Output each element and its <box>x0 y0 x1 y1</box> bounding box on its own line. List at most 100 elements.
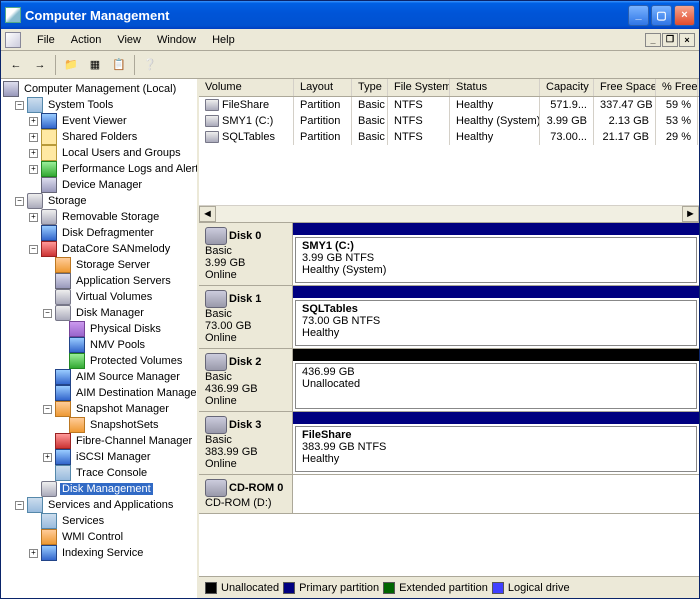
disk-list[interactable]: Disk 0Basic3.99 GBOnlineSMY1 (C:)3.99 GB… <box>199 223 699 576</box>
tree-appsrv[interactable]: Application Servers <box>74 275 173 287</box>
close-button[interactable]: × <box>674 5 695 26</box>
tree-removable[interactable]: Removable Storage <box>60 211 161 223</box>
menu-view[interactable]: View <box>109 31 149 49</box>
tree-physdisks[interactable]: Physical Disks <box>88 323 163 335</box>
disk-volume[interactable]: SQLTables73.00 GB NTFSHealthy <box>295 300 697 346</box>
disk-row[interactable]: Disk 0Basic3.99 GBOnlineSMY1 (C:)3.99 GB… <box>199 223 699 286</box>
properties-button[interactable]: ▦ <box>84 54 106 76</box>
col-pct[interactable]: % Free <box>656 79 698 96</box>
refresh-button[interactable]: 📋 <box>108 54 130 76</box>
expand-icon[interactable]: + <box>29 149 38 158</box>
tree-root[interactable]: Computer Management (Local) <box>22 83 178 95</box>
tree-evtviewer[interactable]: Event Viewer <box>60 115 129 127</box>
up-button[interactable]: 📁 <box>60 54 82 76</box>
menu-action[interactable]: Action <box>63 31 110 49</box>
tree-services[interactable]: Services <box>60 515 106 527</box>
collapse-icon[interactable]: − <box>15 501 24 510</box>
col-fs[interactable]: File System <box>388 79 450 96</box>
disk-volume[interactable]: SMY1 (C:)3.99 GB NTFSHealthy (System) <box>295 237 697 283</box>
disk-header: Disk 0Basic3.99 GBOnline <box>199 223 293 285</box>
tree-systools[interactable]: System Tools <box>46 99 115 111</box>
collapse-icon[interactable]: − <box>15 101 24 110</box>
tree-svcapps[interactable]: Services and Applications <box>46 499 175 511</box>
tree-fcmgr[interactable]: Fibre-Channel Manager <box>74 435 194 447</box>
tree-trace[interactable]: Trace Console <box>74 467 149 479</box>
expand-icon[interactable]: + <box>29 117 38 126</box>
tree-iscsi[interactable]: iSCSI Manager <box>74 451 153 463</box>
tree-perflogs[interactable]: Performance Logs and Alerts <box>60 163 199 175</box>
col-status[interactable]: Status <box>450 79 540 96</box>
tree-diskmgmt[interactable]: Disk Management <box>60 483 153 495</box>
mdi-close-button[interactable]: × <box>679 33 695 47</box>
expand-icon[interactable]: + <box>29 213 38 222</box>
tree-diskmgr-dc[interactable]: Disk Manager <box>74 307 146 319</box>
perf-icon <box>41 161 57 177</box>
back-button[interactable]: ← <box>5 54 27 76</box>
volume-row[interactable]: SMY1 (C:)PartitionBasicNTFSHealthy (Syst… <box>199 113 699 129</box>
volume-table: Volume Layout Type File System Status Ca… <box>199 79 699 223</box>
collapse-icon[interactable]: − <box>29 245 38 254</box>
col-free[interactable]: Free Space <box>594 79 656 96</box>
mdi-icon[interactable] <box>5 32 21 48</box>
mdi-minimize-button[interactable]: _ <box>645 33 661 47</box>
tree-virtvols[interactable]: Virtual Volumes <box>74 291 154 303</box>
scroll-left-icon[interactable]: ◄ <box>199 206 216 222</box>
expand-icon[interactable]: + <box>29 165 38 174</box>
tree-datacore[interactable]: DataCore SANmelody <box>60 243 172 255</box>
volume-icon <box>205 99 219 111</box>
help-button[interactable]: ❔ <box>139 54 161 76</box>
nav-tree[interactable]: Computer Management (Local) − System Tool… <box>1 79 199 598</box>
disk-header: CD-ROM 0CD-ROM (D:) <box>199 475 293 513</box>
window-frame: Computer Management _ ▢ × File Action Vi… <box>0 0 700 599</box>
tree-storage[interactable]: Storage <box>46 195 89 207</box>
tree-defrag[interactable]: Disk Defragmenter <box>60 227 156 239</box>
expand-icon[interactable]: + <box>29 133 38 142</box>
volume-hscroll[interactable]: ◄► <box>199 205 699 222</box>
disk-header: Disk 2Basic436.99 GBOnline <box>199 349 293 411</box>
disk-row[interactable]: Disk 2Basic436.99 GBOnline436.99 GBUnall… <box>199 349 699 412</box>
col-layout[interactable]: Layout <box>294 79 352 96</box>
disk-bar <box>293 349 699 361</box>
cdrom-row[interactable]: CD-ROM 0CD-ROM (D:) <box>199 475 699 514</box>
legend-unalloc: Unallocated <box>221 582 279 594</box>
disk-volume[interactable]: FileShare383.99 GB NTFSHealthy <box>295 426 697 472</box>
volume-row[interactable]: FileSharePartitionBasicNTFSHealthy571.9.… <box>199 97 699 113</box>
disk-volume[interactable]: 436.99 GBUnallocated <box>295 363 697 409</box>
server-icon <box>55 257 71 273</box>
col-capacity[interactable]: Capacity <box>540 79 594 96</box>
users-icon <box>41 145 57 161</box>
tree-localusers[interactable]: Local Users and Groups <box>60 147 183 159</box>
col-volume[interactable]: Volume <box>199 79 294 96</box>
maximize-button[interactable]: ▢ <box>651 5 672 26</box>
tree-snapmgr[interactable]: Snapshot Manager <box>74 403 171 415</box>
tree-devmgr[interactable]: Device Manager <box>60 179 144 191</box>
tree-aimdst[interactable]: AIM Destination Manager <box>74 387 199 399</box>
collapse-icon[interactable]: − <box>43 405 52 414</box>
tree-storagesrv[interactable]: Storage Server <box>74 259 152 271</box>
legend-primary: Primary partition <box>299 582 379 594</box>
expand-icon[interactable]: + <box>29 549 38 558</box>
collapse-icon[interactable]: − <box>43 309 52 318</box>
collapse-icon[interactable]: − <box>15 197 24 206</box>
menu-help[interactable]: Help <box>204 31 243 49</box>
mdi-restore-button[interactable]: ❐ <box>662 33 678 47</box>
disk-icon <box>205 227 227 245</box>
menu-window[interactable]: Window <box>149 31 204 49</box>
titlebar[interactable]: Computer Management _ ▢ × <box>1 1 699 29</box>
disk-row[interactable]: Disk 1Basic73.00 GBOnlineSQLTables73.00 … <box>199 286 699 349</box>
menu-file[interactable]: File <box>29 31 63 49</box>
tree-protvols[interactable]: Protected Volumes <box>88 355 184 367</box>
expand-icon[interactable]: + <box>43 453 52 462</box>
tree-nmvpools[interactable]: NMV Pools <box>88 339 147 351</box>
col-type[interactable]: Type <box>352 79 388 96</box>
tree-aimsrc[interactable]: AIM Source Manager <box>74 371 182 383</box>
tree-wmi[interactable]: WMI Control <box>60 531 125 543</box>
disk-row[interactable]: Disk 3Basic383.99 GBOnlineFileShare383.9… <box>199 412 699 475</box>
tree-snapset[interactable]: SnapshotSets <box>88 419 161 431</box>
scroll-right-icon[interactable]: ► <box>682 206 699 222</box>
volume-row[interactable]: SQLTablesPartitionBasicNTFSHealthy73.00.… <box>199 129 699 145</box>
tree-sharedfolders[interactable]: Shared Folders <box>60 131 139 143</box>
tree-indexing[interactable]: Indexing Service <box>60 547 145 559</box>
forward-button[interactable]: → <box>29 54 51 76</box>
minimize-button[interactable]: _ <box>628 5 649 26</box>
